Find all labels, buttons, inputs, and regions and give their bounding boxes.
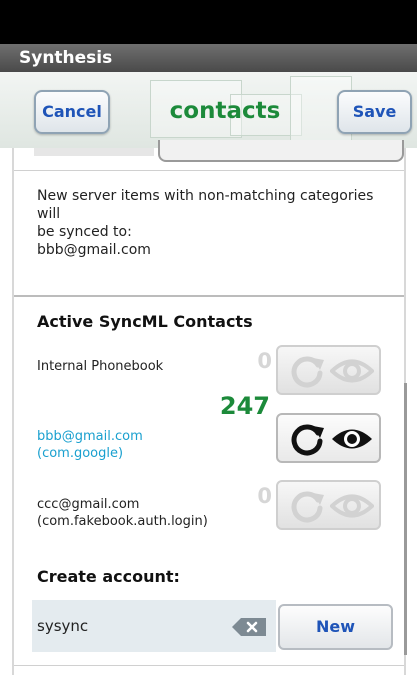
- previous-button-fragment[interactable]: [158, 140, 404, 162]
- account-name-line: Internal Phonebook: [37, 359, 164, 374]
- info-line-1: New server items with non-matching categ…: [37, 188, 374, 222]
- account-name-google: bbb@gmail.com (com.google): [37, 428, 143, 462]
- app-title: Synthesis: [0, 44, 417, 72]
- account-name-fakebook: ccc@gmail.com (com.fakebook.auth.login): [37, 496, 208, 530]
- input-value[interactable]: sysync: [37, 617, 88, 635]
- header-bar: Cancel contacts Save: [0, 72, 417, 149]
- item-count: 0: [257, 484, 272, 508]
- account-name-input[interactable]: sysync: [32, 600, 276, 652]
- new-account-button[interactable]: New: [278, 604, 393, 650]
- sync-view-button[interactable]: [276, 480, 381, 530]
- left-border: [12, 148, 14, 675]
- account-name-line: ccc@gmail.com: [37, 497, 140, 512]
- account-type-line: (com.google): [37, 446, 124, 461]
- sync-view-button[interactable]: [276, 413, 381, 463]
- clear-text-icon[interactable]: [232, 618, 266, 636]
- info-line-3: bbb@gmail.com: [37, 242, 151, 258]
- eye-icon: [330, 359, 374, 383]
- cancel-button[interactable]: Cancel: [34, 90, 110, 134]
- section-title: Active SyncML Contacts: [37, 312, 253, 331]
- divider: [14, 295, 404, 297]
- eye-icon: [330, 494, 374, 518]
- sync-view-button[interactable]: [276, 345, 381, 395]
- sync-icon: [291, 356, 324, 388]
- sync-icon: [291, 424, 324, 456]
- account-name-line: bbb@gmail.com: [37, 429, 143, 444]
- divider: [14, 170, 404, 171]
- item-count: 0: [257, 349, 272, 373]
- status-bar: [0, 0, 417, 44]
- create-account-label: Create account:: [37, 567, 180, 586]
- sync-icon: [291, 491, 324, 523]
- previous-field-fragment: [34, 148, 154, 156]
- page-title: contacts: [169, 98, 281, 124]
- info-line-2: be synced to:: [37, 224, 132, 240]
- scrollbar[interactable]: [404, 383, 407, 655]
- account-name-internal-phonebook: Internal Phonebook: [37, 358, 163, 375]
- save-button[interactable]: Save: [337, 90, 412, 134]
- category-sync-info: New server items with non-matching categ…: [37, 187, 397, 259]
- account-type-line: (com.fakebook.auth.login): [37, 514, 208, 529]
- item-count: 247: [219, 392, 270, 420]
- divider: [14, 665, 404, 666]
- eye-icon: [332, 429, 372, 449]
